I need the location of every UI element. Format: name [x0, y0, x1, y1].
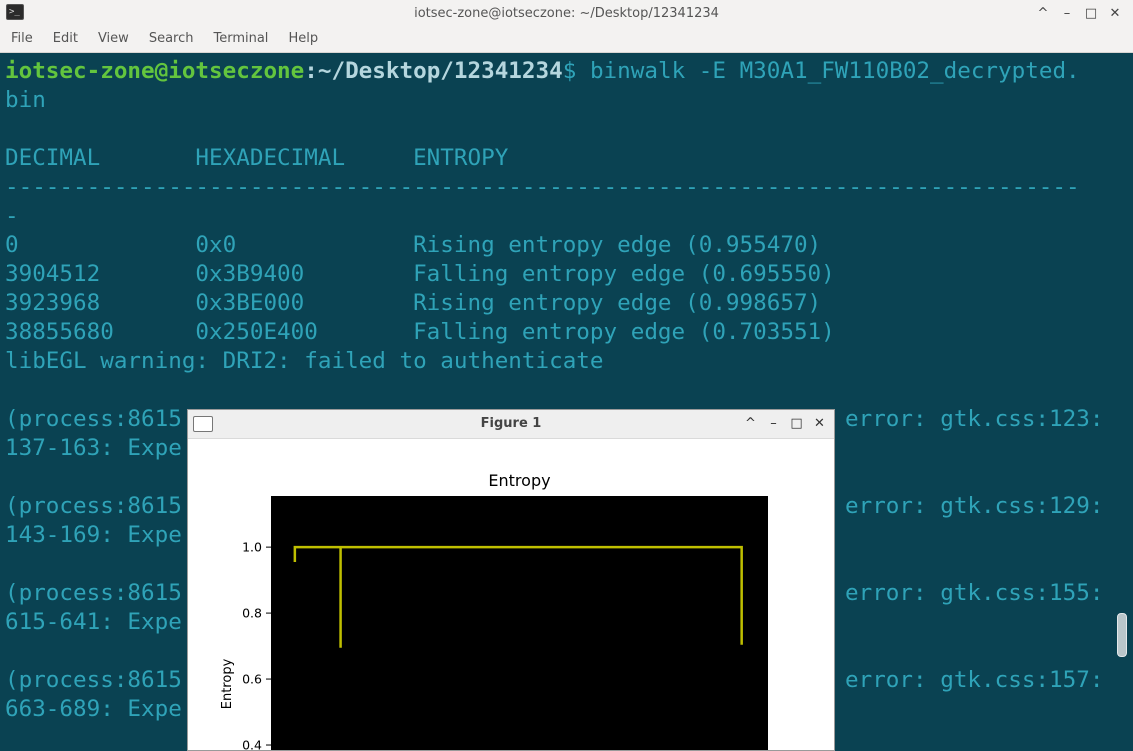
menu-file[interactable]: File — [0, 28, 42, 52]
figure-window[interactable]: Figure 1 ^ – □ ✕ Entropy Entropy 1.0 0.8 0.6… — [187, 409, 835, 751]
error-line-right: error: gtk.css:157: — [845, 667, 1104, 693]
y-tick-label: 0.6 — [242, 672, 262, 687]
y-tick-label: 1.0 — [242, 540, 262, 555]
close-icon[interactable]: ✕ — [1105, 4, 1125, 24]
plot-area — [271, 496, 768, 750]
menu-bar: File Edit View Search Terminal Help — [0, 28, 1133, 53]
table-divider: ----------------------------------------… — [5, 174, 1080, 200]
table-row: 38855680 0x250E400 Falling entropy edge … — [5, 319, 835, 345]
error-line-wrap: 143-169: Expe — [5, 522, 182, 548]
menu-help[interactable]: Help — [277, 28, 327, 52]
error-line-left: (process:8615 — [5, 493, 182, 519]
restore-icon[interactable]: □ — [1081, 4, 1101, 24]
figure-title: Figure 1 — [480, 416, 542, 431]
error-line-right: error: gtk.css:123: — [845, 406, 1104, 432]
table-row: 0 0x0 Rising entropy edge (0.955470) — [5, 232, 822, 258]
menu-view[interactable]: View — [87, 28, 138, 52]
y-axis-label: Entropy — [220, 658, 235, 709]
window-controls: ^ – □ ✕ — [1033, 4, 1125, 24]
terminal-scrollbar[interactable] — [1112, 53, 1133, 751]
maximize-up-icon[interactable]: ^ — [740, 414, 761, 434]
y-tick-label: 0.4 — [242, 738, 262, 751]
error-line-wrap: 137-163: Expe — [5, 435, 182, 461]
menu-edit[interactable]: Edit — [42, 28, 87, 52]
window-title: iotsec-zone@iotseczone: ~/Desktop/123412… — [414, 6, 719, 21]
figure-titlebar[interactable]: Figure 1 ^ – □ ✕ — [188, 410, 834, 439]
entropy-chart: Entropy Entropy 1.0 0.8 0.6 0.4 — [220, 471, 768, 751]
table-row: 3904512 0x3B9400 Falling entropy edge (0… — [5, 261, 835, 287]
prompt-user: iotsec-zone@iotseczone — [5, 58, 305, 84]
command-text: binwalk -E M30A1_FW110B02_decrypted. — [589, 58, 1080, 84]
menu-terminal[interactable]: Terminal — [202, 28, 277, 52]
prompt-line: iotsec-zone@iotseczone:~/Desktop/1234123… — [5, 57, 1080, 86]
chart-title: Entropy — [488, 471, 550, 490]
menu-search[interactable]: Search — [138, 28, 203, 52]
error-line-wrap: 615-641: Expe — [5, 609, 182, 635]
window-titlebar: >_ iotsec-zone@iotseczone: ~/Desktop/123… — [0, 0, 1133, 28]
error-line-left: (process:8615 — [5, 667, 182, 693]
error-line-left: (process:8615 — [5, 580, 182, 606]
table-header: DECIMAL HEXADECIMAL ENTROPY — [5, 145, 509, 171]
prompt-dollar: $ — [562, 58, 590, 84]
error-line-wrap: 663-689: Expe — [5, 696, 182, 722]
close-icon[interactable]: ✕ — [809, 414, 830, 434]
minimize-icon[interactable]: – — [763, 414, 784, 434]
minimize-icon[interactable]: – — [1057, 4, 1077, 24]
maximize-up-icon[interactable]: ^ — [1033, 4, 1053, 24]
prompt-path: ~/Desktop/12341234 — [317, 58, 563, 84]
table-divider-wrap: - — [5, 203, 19, 229]
prompt-separator: : — [304, 58, 318, 84]
error-line-left: (process:8615 — [5, 406, 182, 432]
command-wrap: bin — [5, 87, 46, 113]
libegl-warning: libEGL warning: DRI2: failed to authenti… — [5, 348, 604, 374]
table-row: 3923968 0x3BE000 Rising entropy edge (0.… — [5, 290, 822, 316]
restore-icon[interactable]: □ — [786, 414, 807, 434]
y-tick-label: 0.8 — [242, 606, 262, 621]
error-line-right: error: gtk.css:155: — [845, 580, 1104, 606]
scrollbar-thumb[interactable] — [1117, 613, 1127, 657]
figure-controls: ^ – □ ✕ — [740, 414, 830, 434]
error-line-right: error: gtk.css:129: — [845, 493, 1104, 519]
